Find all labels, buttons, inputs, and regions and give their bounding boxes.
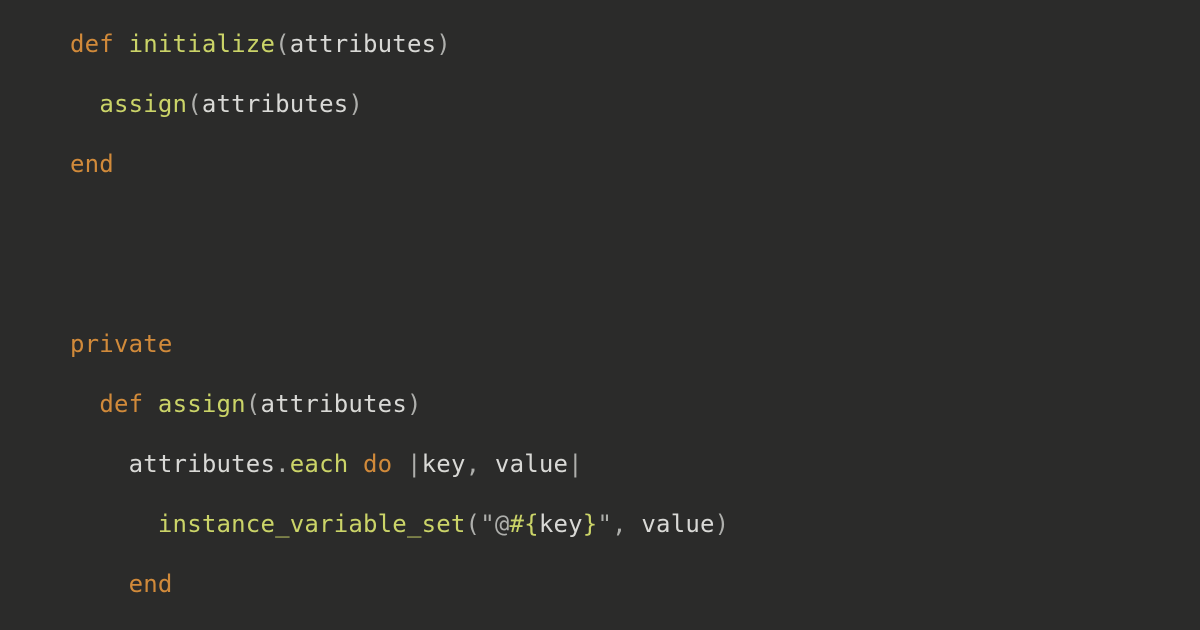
param-attributes: attributes: [290, 30, 437, 58]
pipe-open: |: [392, 450, 421, 478]
keyword-def: def: [70, 30, 114, 58]
interp-open: #{: [510, 510, 539, 538]
string-at: @: [495, 510, 510, 538]
string-quote: ": [597, 510, 612, 538]
block-param-value: value: [495, 450, 568, 478]
paren-open: (: [246, 390, 261, 418]
keyword-end: end: [129, 570, 173, 598]
string-quote: ": [480, 510, 495, 538]
dot: .: [275, 450, 290, 478]
paren-open: (: [466, 510, 481, 538]
paren-close: ): [348, 90, 363, 118]
call-each: each: [290, 450, 349, 478]
paren-close: ): [407, 390, 422, 418]
arg-value: value: [641, 510, 714, 538]
arg-attributes: attributes: [202, 90, 349, 118]
ident-attributes: attributes: [129, 450, 276, 478]
call-assign: assign: [99, 90, 187, 118]
paren-close: ): [436, 30, 451, 58]
block-param-key: key: [422, 450, 466, 478]
interp-key: key: [539, 510, 583, 538]
comma: ,: [612, 510, 641, 538]
keyword-do: do: [363, 450, 392, 478]
comma: ,: [466, 450, 495, 478]
keyword-def: def: [99, 390, 143, 418]
keyword-end: end: [70, 150, 114, 178]
keyword-private: private: [70, 330, 173, 358]
paren-close: ): [715, 510, 730, 538]
param-attributes: attributes: [260, 390, 407, 418]
method-assign: assign: [158, 390, 246, 418]
call-instance-variable-set: instance_variable_set: [158, 510, 466, 538]
paren-open: (: [187, 90, 202, 118]
method-initialize: initialize: [129, 30, 276, 58]
code-block: def initialize(attributes) assign(attrib…: [0, 0, 1200, 630]
interp-close: }: [583, 510, 598, 538]
paren-open: (: [275, 30, 290, 58]
pipe-close: |: [568, 450, 583, 478]
